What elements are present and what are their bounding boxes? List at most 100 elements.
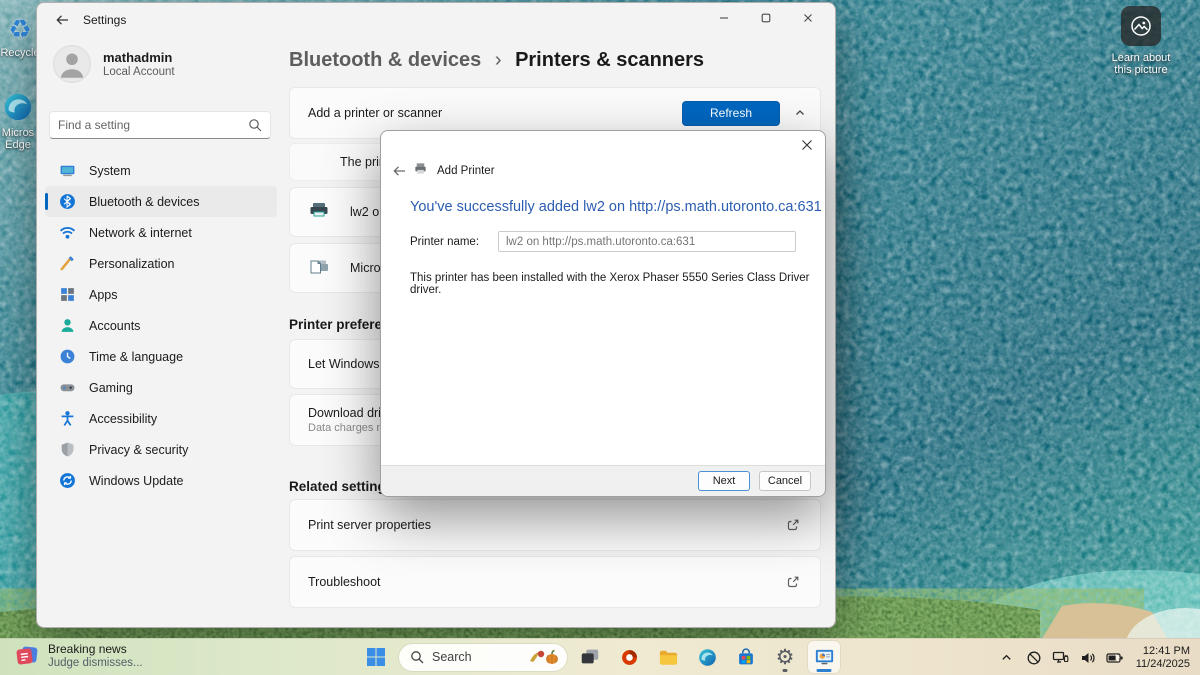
success-heading: You've successfully added lw2 on http://…: [410, 199, 822, 215]
breadcrumb: Bluetooth & devices › Printers & scanner…: [289, 49, 704, 72]
refresh-button[interactable]: Refresh: [682, 100, 780, 126]
clock[interactable]: 12:41 PM 11/24/2025: [1136, 645, 1190, 671]
shield-icon: [59, 441, 76, 458]
window-title: Settings: [83, 13, 127, 27]
sidebar-item-label: Bluetooth & devices: [89, 194, 200, 209]
sidebar-item-personalization[interactable]: Personalization: [45, 248, 277, 279]
settings-search-input[interactable]: [50, 118, 248, 132]
apps-icon: [59, 286, 76, 303]
sidebar-item-privacy-security[interactable]: Privacy & security: [45, 434, 277, 465]
taskbar-search[interactable]: Search: [399, 643, 567, 671]
learn-about-picture-button[interactable]: Learn about this picture: [1102, 6, 1180, 76]
sidebar-item-bluetooth-devices[interactable]: Bluetooth & devices: [45, 186, 277, 217]
dialog-footer: Next Cancel: [381, 465, 825, 496]
folder-icon: [659, 650, 677, 665]
gear-icon: ⚙: [775, 645, 795, 669]
add-printer-dialog: Add Printer You've successfully added lw…: [380, 130, 826, 497]
dialog-header: Add Printer: [392, 161, 495, 181]
accessibility-icon: [59, 410, 76, 427]
clock-time: 12:41 PM: [1142, 644, 1190, 657]
dialog-title: Add Printer: [437, 165, 495, 177]
active-window-indicator: [816, 669, 832, 672]
volume-icon[interactable]: [1078, 646, 1098, 670]
sidebar-item-accounts[interactable]: Accounts: [45, 310, 277, 341]
sidebar-item-time-language[interactable]: Time & language: [45, 341, 277, 372]
bluetooth-icon: [59, 193, 76, 210]
printer-icon: [413, 161, 428, 181]
cancel-button[interactable]: Cancel: [759, 471, 811, 491]
chevron-up-icon[interactable]: [794, 107, 806, 119]
account-type: Local Account: [103, 66, 175, 78]
related-settings-heading: Related settings: [289, 479, 394, 494]
recycle-bin-icon: ♻: [8, 14, 32, 44]
accounts-icon: [59, 317, 76, 334]
add-printer-wizard-taskbar-button[interactable]: [808, 641, 840, 673]
back-arrow-icon: [393, 166, 405, 176]
update-icon: [59, 472, 76, 489]
titlebar: Settings: [37, 3, 835, 37]
settings-app-button[interactable]: ⚙: [769, 641, 801, 673]
sidebar-item-label: Personalization: [89, 256, 175, 271]
network-icon[interactable]: [1051, 646, 1071, 670]
picture-icon: [1121, 6, 1161, 46]
printer-name-label: Printer name:: [410, 235, 480, 248]
file-explorer-button[interactable]: [652, 641, 684, 673]
search-icon: [248, 118, 262, 132]
sidebar-item-gaming[interactable]: Gaming: [45, 372, 277, 403]
edge-icon: [698, 648, 716, 666]
sidebar-item-windows-update[interactable]: Windows Update: [45, 465, 277, 496]
close-icon: [802, 140, 812, 150]
troubleshoot-label: Troubleshoot: [308, 575, 381, 589]
notifications-off-icon[interactable]: [1024, 646, 1044, 670]
next-button[interactable]: Next: [698, 471, 750, 491]
minimize-icon: [720, 17, 728, 19]
sidebar-item-system[interactable]: System: [45, 155, 277, 186]
taskbar-search-label: Search: [432, 650, 472, 664]
edge-browser-button[interactable]: [691, 641, 723, 673]
user-info: mathadmin Local Account: [103, 50, 175, 78]
sidebar-item-label: Network & internet: [89, 225, 192, 240]
clock-icon: [59, 348, 76, 365]
window-controls: [703, 3, 829, 33]
printer-icon: [308, 199, 330, 226]
chevron-right-icon: ›: [494, 49, 502, 71]
troubleshoot-row[interactable]: Troubleshoot: [289, 556, 821, 608]
dialog-back-button[interactable]: [392, 164, 406, 178]
personalization-icon: [59, 255, 76, 272]
microsoft-store-button[interactable]: [730, 641, 762, 673]
sidebar-item-label: Windows Update: [89, 473, 184, 488]
page-title: Printers & scanners: [515, 49, 705, 71]
minimize-button[interactable]: [703, 3, 745, 33]
task-view-button[interactable]: [574, 641, 606, 673]
seasonal-decoration-icon: [530, 649, 558, 664]
battery-icon[interactable]: [1105, 646, 1125, 670]
user-account-block[interactable]: mathadmin Local Account: [53, 45, 175, 83]
sidebar-item-label: Privacy & security: [89, 442, 189, 457]
taskbar: Breaking news Judge dismisses... Search: [0, 638, 1200, 675]
print-server-properties-row[interactable]: Print server properties: [289, 499, 821, 551]
sidebar-item-network-internet[interactable]: Network & internet: [45, 217, 277, 248]
external-link-icon: [786, 518, 800, 532]
breadcrumb-parent[interactable]: Bluetooth & devices: [289, 49, 481, 71]
office-icon: [621, 649, 637, 665]
close-button[interactable]: [787, 3, 829, 33]
maximize-icon: [761, 13, 771, 23]
office-app-button[interactable]: [613, 641, 645, 673]
printer-name-input[interactable]: [498, 231, 796, 252]
dialog-close-button[interactable]: [801, 139, 813, 151]
back-arrow-icon: [56, 15, 68, 25]
sidebar: System Bluetooth & devices Network & int…: [45, 155, 277, 496]
sidebar-item-accessibility[interactable]: Accessibility: [45, 403, 277, 434]
start-button[interactable]: [360, 641, 392, 673]
hidden-icons-chevron[interactable]: [997, 646, 1017, 670]
window-back-button[interactable]: [55, 13, 69, 27]
maximize-button[interactable]: [745, 3, 787, 33]
wifi-icon: [59, 224, 76, 241]
running-indicator: [782, 669, 788, 672]
printer-pdf-icon: [308, 255, 330, 282]
edge-icon: [4, 93, 32, 121]
wizard-window-icon: [815, 649, 833, 664]
task-view-icon: [581, 649, 599, 664]
sidebar-item-apps[interactable]: Apps: [45, 279, 277, 310]
windows-logo-icon: [367, 648, 385, 666]
